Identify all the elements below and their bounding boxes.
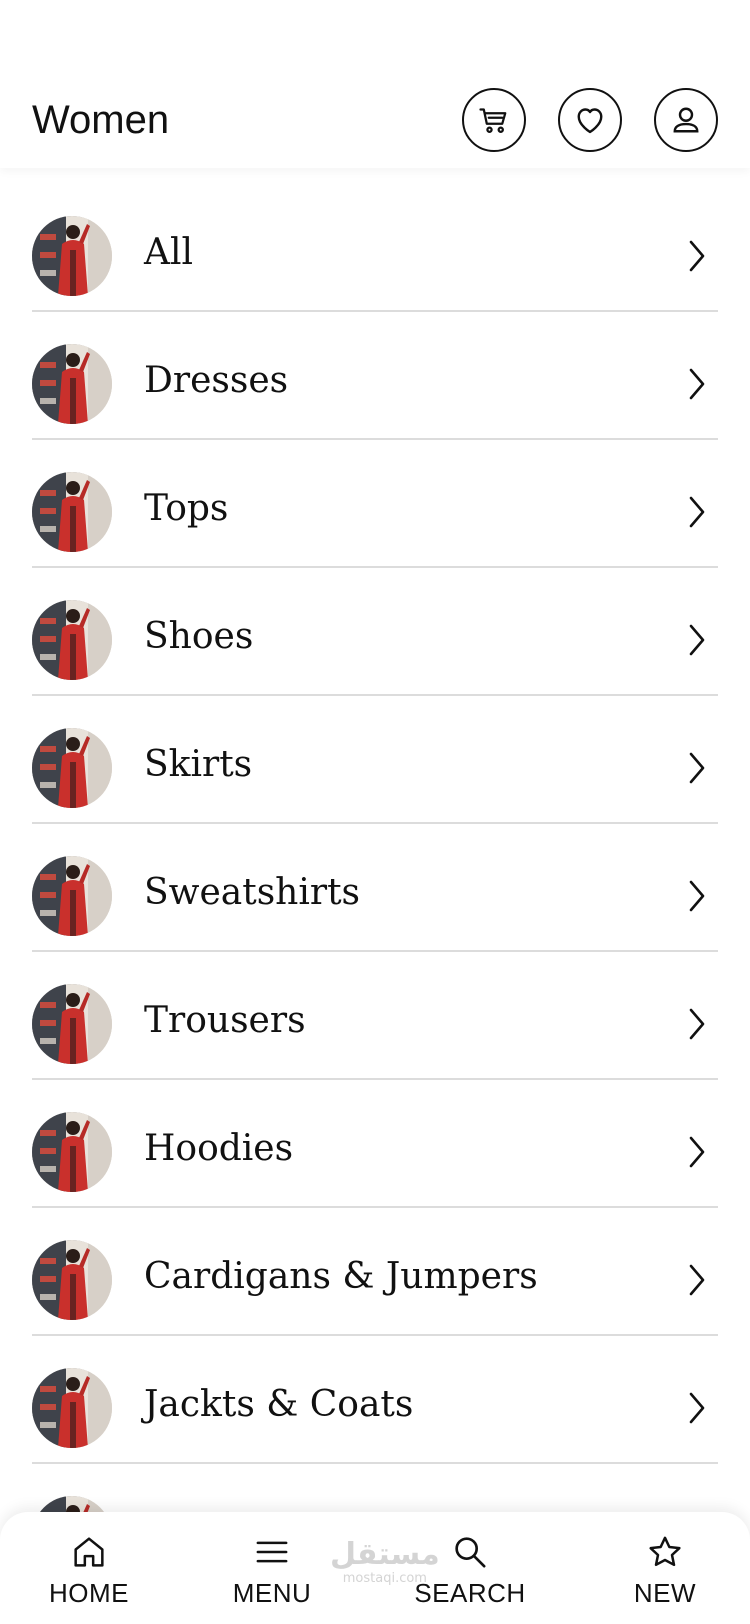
nav-menu-label: MENU bbox=[232, 1578, 312, 1608]
menu-icon bbox=[256, 1541, 288, 1563]
nav-new-label: NEW bbox=[633, 1578, 697, 1608]
category-row[interactable]: Trousers bbox=[0, 968, 750, 1096]
chevron-right-icon bbox=[689, 368, 705, 400]
category-row[interactable]: Shoes bbox=[0, 584, 750, 712]
category-thumbnail bbox=[32, 1112, 112, 1192]
category-thumbnail bbox=[32, 472, 112, 552]
row-divider bbox=[32, 822, 718, 824]
heart-icon bbox=[577, 108, 603, 134]
category-row[interactable]: Skirts bbox=[0, 712, 750, 840]
watermark-main: مستقل bbox=[330, 1537, 440, 1572]
category-row[interactable]: Jackts & Coats bbox=[0, 1352, 750, 1480]
category-thumbnail bbox=[32, 728, 112, 808]
wishlist-button[interactable] bbox=[558, 88, 622, 152]
profile-button[interactable] bbox=[654, 88, 718, 152]
category-label: Sweatshirts bbox=[144, 872, 361, 913]
row-divider bbox=[32, 310, 718, 312]
category-label: Jackts & Coats bbox=[144, 1384, 414, 1425]
category-thumbnail bbox=[32, 1368, 112, 1448]
category-thumbnail bbox=[32, 1240, 112, 1320]
row-divider bbox=[32, 950, 718, 952]
category-label: Shoes bbox=[144, 616, 254, 657]
chevron-right-icon bbox=[689, 240, 705, 272]
category-list: All Dresses Tops Shoes Skirts Sweatshirt… bbox=[0, 200, 750, 1608]
chevron-right-icon bbox=[689, 880, 705, 912]
category-label: Tops bbox=[144, 488, 229, 529]
category-thumbnail bbox=[32, 856, 112, 936]
category-label: Skirts bbox=[144, 744, 253, 785]
category-row[interactable]: All bbox=[0, 200, 750, 328]
watermark: مستقل mostaqi.com bbox=[330, 1537, 440, 1586]
category-label: Cardigans & Jumpers bbox=[144, 1256, 538, 1297]
chevron-right-icon bbox=[689, 1392, 705, 1424]
chevron-right-icon bbox=[689, 752, 705, 784]
nav-home-label: HOME bbox=[49, 1578, 129, 1608]
page-title: Women bbox=[32, 98, 170, 142]
row-divider bbox=[32, 1206, 718, 1208]
nav-home[interactable]: HOME bbox=[24, 1512, 154, 1624]
cart-icon bbox=[479, 108, 507, 133]
chevron-right-icon bbox=[689, 624, 705, 656]
chevron-right-icon bbox=[689, 1264, 705, 1296]
category-row[interactable]: Tops bbox=[0, 456, 750, 584]
category-row[interactable]: Cardigans & Jumpers bbox=[0, 1224, 750, 1352]
chevron-right-icon bbox=[689, 496, 705, 528]
search-icon bbox=[455, 1537, 486, 1568]
nav-new[interactable]: NEW bbox=[600, 1512, 730, 1624]
row-divider bbox=[32, 566, 718, 568]
category-label: Hoodies bbox=[144, 1128, 294, 1169]
watermark-sub: mostaqi.com bbox=[342, 1571, 427, 1586]
category-label: Dresses bbox=[144, 360, 289, 401]
category-thumbnail bbox=[32, 600, 112, 680]
nav-menu[interactable]: MENU bbox=[207, 1512, 337, 1624]
category-row[interactable]: Dresses bbox=[0, 328, 750, 456]
category-label: All bbox=[144, 232, 194, 273]
row-divider bbox=[32, 1078, 718, 1080]
chevron-right-icon bbox=[689, 1136, 705, 1168]
category-row[interactable]: Sweatshirts bbox=[0, 840, 750, 968]
row-divider bbox=[32, 1462, 718, 1464]
cart-button[interactable] bbox=[462, 88, 526, 152]
category-row[interactable]: Hoodies bbox=[0, 1096, 750, 1224]
home-icon bbox=[74, 1537, 104, 1567]
row-divider bbox=[32, 438, 718, 440]
top-app-bar: Women bbox=[0, 0, 750, 168]
category-thumbnail bbox=[32, 216, 112, 296]
star-icon bbox=[649, 1536, 681, 1567]
chevron-right-icon bbox=[689, 1008, 705, 1040]
row-divider bbox=[32, 1334, 718, 1336]
category-thumbnail bbox=[32, 344, 112, 424]
user-icon bbox=[673, 107, 699, 133]
category-label: Trousers bbox=[144, 1000, 306, 1041]
row-divider bbox=[32, 694, 718, 696]
category-thumbnail bbox=[32, 984, 112, 1064]
